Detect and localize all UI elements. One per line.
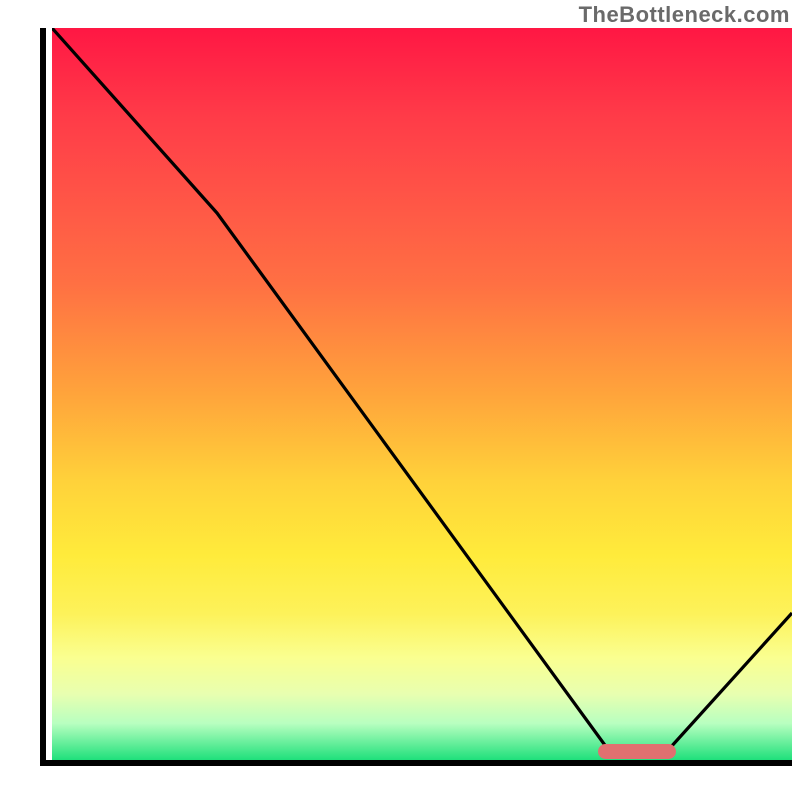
plot-area bbox=[40, 28, 792, 766]
optimal-range-marker bbox=[598, 744, 676, 759]
watermark-text: TheBottleneck.com bbox=[579, 2, 790, 28]
line-chart bbox=[52, 28, 792, 760]
bottleneck-curve-path bbox=[52, 28, 792, 748]
outer-frame: TheBottleneck.com bbox=[0, 0, 800, 800]
